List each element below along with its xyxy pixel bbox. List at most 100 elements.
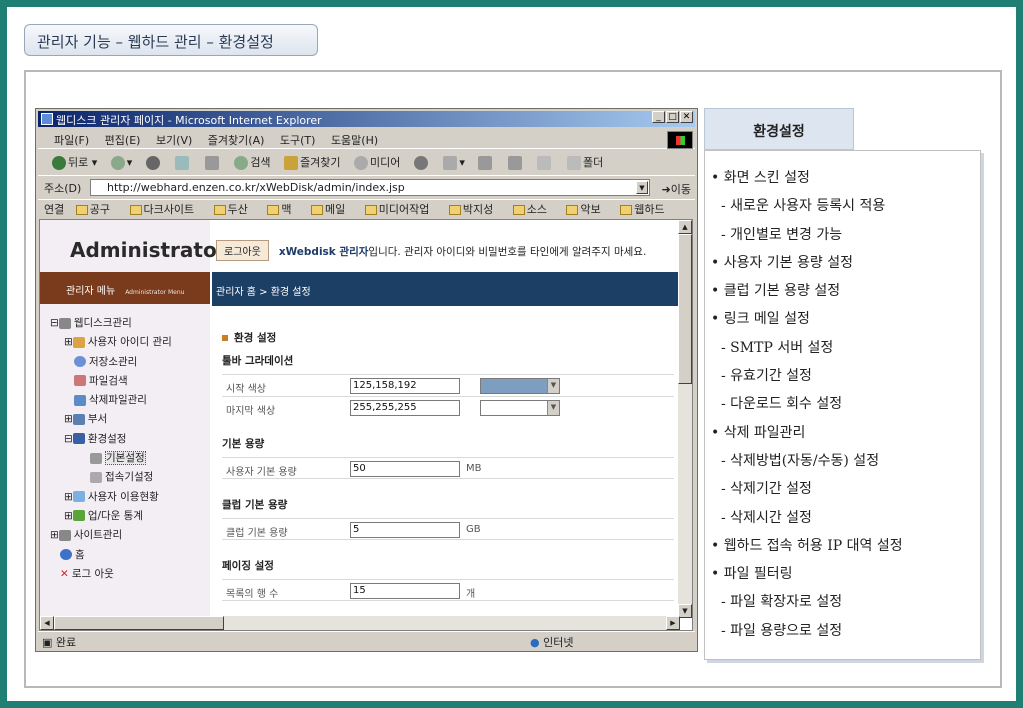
tree-item-settings[interactable]: ⊟ 환경설정 (50, 430, 172, 449)
logout-button[interactable]: 로그아웃 (216, 240, 269, 261)
discuss-button[interactable] (537, 156, 553, 170)
minimize-button[interactable]: _ (652, 111, 665, 123)
settings-form: 환경 설정 툴바 그라데이션 시작 색상 125,158,192 ▼ 마지막 색… (222, 330, 674, 601)
folder-icon (512, 205, 525, 215)
tree-item-user-id[interactable]: ⊞ 사용자 아이디 관리 (50, 333, 172, 352)
go-button[interactable]: ➜이동 (662, 181, 691, 197)
close-button[interactable]: ✕ (680, 111, 693, 123)
start-color-select[interactable]: ▼ (480, 378, 560, 394)
user-capacity-row: 사용자 기본 용량 50 MB (222, 457, 674, 479)
user-capacity-input[interactable]: 50 (350, 461, 460, 477)
storage-icon (74, 356, 86, 368)
tree-item-file-search[interactable]: 파일검색 (50, 372, 172, 391)
link-item[interactable]: 메일 (310, 203, 353, 216)
folder-icon (566, 205, 579, 215)
link-item[interactable]: 맥 (267, 203, 299, 216)
rows-input[interactable]: 15 (350, 583, 460, 599)
status-bar: ▣ 완료 ● 인터넷 (38, 631, 695, 649)
admin-menu-label: 관리자 메뉴 (66, 286, 116, 297)
globe-icon: ● (530, 636, 540, 649)
globe-icon (60, 549, 72, 561)
tree-item-site[interactable]: ⊞ 사이트관리 (50, 526, 172, 545)
edit-button[interactable] (507, 156, 524, 170)
list-item: • 사용자 기본 용량 설정 (711, 254, 853, 271)
scroll-right-icon[interactable]: ▶ (666, 616, 680, 630)
folder-button[interactable]: 폴더 (566, 154, 603, 170)
scroll-up-icon[interactable]: ▲ (678, 220, 692, 234)
chevron-down-icon: ▼ (547, 401, 559, 415)
menu-edit[interactable]: 편집(E) (105, 134, 141, 147)
scroll-left-icon[interactable]: ◀ (40, 616, 54, 630)
start-color-row: 시작 색상 125,158,192 ▼ (222, 374, 674, 396)
media-button[interactable]: 미디어 (354, 154, 400, 170)
vertical-scroll-thumb[interactable] (678, 234, 692, 384)
admin-top-line: 로그아웃 xWebdisk 관리자입니다. 관리자 아이디와 비밀번호를 타인에게… (216, 240, 646, 261)
menu-view[interactable]: 보기(V) (156, 134, 192, 147)
paging-heading: 페이징 설정 (222, 560, 274, 572)
link-item[interactable]: 악보 (566, 203, 608, 216)
feature-list: • 화면 스킨 설정 - 새로운 사용자 등록시 적용 - 개인별로 변경 가능… (704, 150, 981, 660)
start-color-input[interactable]: 125,158,192 (350, 378, 460, 394)
tree-item-department[interactable]: ⊞ 부서 (50, 410, 172, 429)
address-dropdown-icon[interactable]: ▼ (636, 181, 648, 194)
tree-item-home[interactable]: 홈 (50, 546, 172, 565)
print-button[interactable] (478, 156, 494, 170)
start-color-label: 시작 색상 (226, 384, 266, 395)
club-capacity-row: 클럽 기본 용량 5 GB (222, 518, 674, 540)
link-item[interactable]: 미디어작업 (364, 203, 438, 216)
stop-button[interactable] (145, 156, 162, 170)
tree-item-logout[interactable]: ✕ 로그 아웃 (50, 565, 172, 584)
tree-item-webdisk[interactable]: ⊟ 웹디스크관리 (50, 314, 172, 333)
browser-title: 웹디스크 관리자 페이지 - Microsoft Internet Explor… (56, 114, 322, 127)
end-color-select[interactable]: ▼ (480, 400, 560, 416)
vertical-scrollbar[interactable]: ▲ ▼ (678, 220, 692, 618)
menu-file[interactable]: 파일(F) (54, 134, 89, 147)
page-viewport: Administrator 관리자 메뉴 Administrator Menu ⊟… (39, 219, 693, 631)
document-icon (537, 156, 552, 170)
link-item[interactable]: 공구 (75, 203, 118, 216)
settings-icon (90, 452, 102, 464)
scroll-down-icon[interactable]: ▼ (678, 604, 692, 618)
favorites-icon (284, 156, 299, 170)
history-button[interactable] (413, 156, 430, 170)
link-item[interactable]: 다크사이트 (129, 203, 203, 216)
history-icon (413, 156, 428, 170)
maximize-button[interactable]: □ (666, 111, 679, 123)
admin-tree: ⊟ 웹디스크관리 ⊞ 사용자 아이디 관리 저장소관리 파일검색 삭제파일관리 ⊞ 부… (50, 314, 172, 584)
admin-menu-header: 관리자 메뉴 Administrator Menu (40, 272, 210, 304)
tree-item-basic-settings[interactable]: 기본설정 (50, 449, 172, 468)
forward-button[interactable]: ▾ (110, 156, 132, 170)
connection-icon (90, 471, 102, 483)
menu-help[interactable]: 도움말(H) (331, 134, 378, 147)
tree-item-usage[interactable]: ⊞ 사용자 이용현황 (50, 488, 172, 507)
refresh-button[interactable] (175, 156, 191, 170)
back-button[interactable]: 뒤로 ▾ (52, 154, 97, 170)
list-item: • 삭제 파일관리 (711, 424, 806, 441)
mail-button[interactable]: ▾ (443, 156, 465, 170)
browser-titlebar: 웹디스크 관리자 페이지 - Microsoft Internet Explor… (38, 111, 695, 127)
link-item[interactable]: 두산 (213, 203, 256, 216)
club-capacity-label: 클럽 기본 용량 (226, 528, 288, 539)
tree-item-deleted-files[interactable]: 삭제파일관리 (50, 391, 172, 410)
link-item[interactable]: 소스 (512, 203, 555, 216)
horizontal-scroll-thumb[interactable] (54, 616, 224, 630)
department-icon (72, 413, 85, 425)
search-button[interactable]: 검색 (234, 154, 271, 170)
list-item: - SMTP 서버 설정 (721, 339, 834, 356)
home-button[interactable] (204, 156, 221, 170)
club-capacity-input[interactable]: 5 (350, 522, 460, 538)
tree-item-connection-settings[interactable]: 접속기설정 (50, 468, 172, 487)
link-item[interactable]: 웹하드 (620, 203, 672, 216)
address-input[interactable]: http://webhard.enzen.co.kr/xWebDisk/admi… (90, 179, 650, 196)
tree-item-transfer-stats[interactable]: ⊞ 업/다운 통계 (50, 507, 172, 526)
end-color-input[interactable]: 255,255,255 (350, 400, 460, 416)
horizontal-scrollbar[interactable]: ◀ ▶ (40, 616, 680, 630)
browser-toolbar: 뒤로 ▾ ▾ 검색 즐겨찾기 미디어 ▾ 폴더 (38, 150, 695, 176)
menu-favorites[interactable]: 즐겨찾기(A) (208, 134, 265, 147)
list-item: • 화면 스킨 설정 (711, 170, 810, 186)
menu-tools[interactable]: 도구(T) (280, 134, 316, 147)
tree-item-storage[interactable]: 저장소관리 (50, 353, 172, 372)
stop-icon (145, 156, 160, 170)
favorites-button[interactable]: 즐겨찾기 (284, 154, 341, 170)
link-item[interactable]: 박지성 (448, 203, 501, 216)
